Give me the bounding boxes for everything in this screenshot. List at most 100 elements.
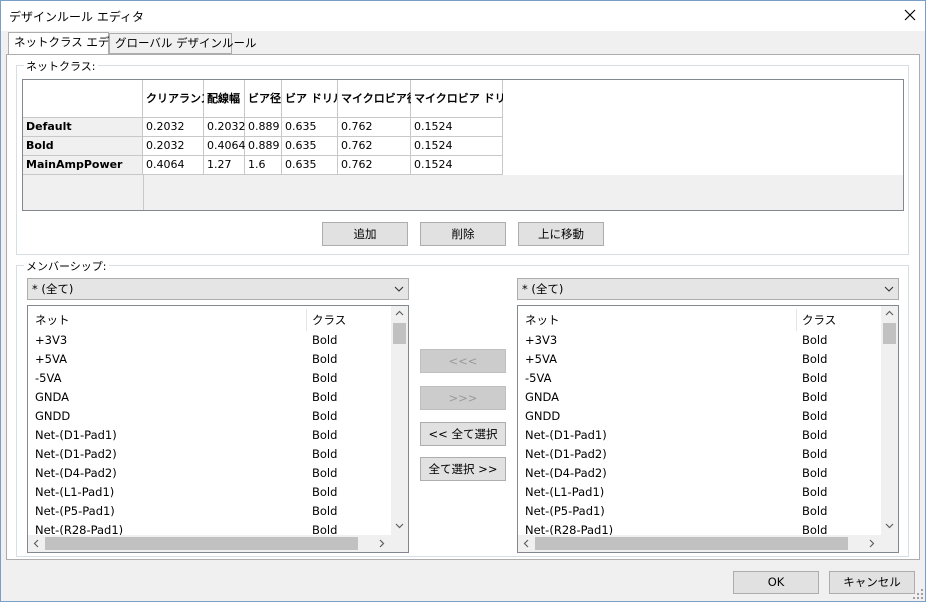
- grid-row-header[interactable]: Bold: [23, 137, 143, 156]
- grid-cell[interactable]: 0.889: [245, 137, 282, 156]
- column-separator[interactable]: [306, 309, 307, 331]
- scroll-left-icon[interactable]: [33, 539, 39, 548]
- net-list-item[interactable]: Net-(P5-Pad1) Bold: [28, 502, 392, 521]
- class-column-header[interactable]: クラス: [802, 309, 836, 331]
- grid-cell[interactable]: 1.27: [204, 156, 245, 175]
- net-list-item[interactable]: Net-(D4-Pad2) Bold: [518, 464, 882, 483]
- net-list-item[interactable]: Net-(L1-Pad1) Bold: [518, 483, 882, 502]
- grid-row-header[interactable]: Default: [23, 118, 143, 137]
- net-list-item[interactable]: Net-(D1-Pad1) Bold: [28, 426, 392, 445]
- grid-column-header[interactable]: ビア径: [245, 80, 282, 118]
- add-button[interactable]: 追加: [322, 222, 408, 246]
- net-column-header[interactable]: ネット: [525, 309, 560, 331]
- left-net-list[interactable]: ネット クラス +3V3 Bold +5VA Bold -5VA Bold GNDA Bold GN…: [27, 305, 409, 553]
- net-list-item[interactable]: +5VA Bold: [28, 350, 392, 369]
- scroll-down-icon[interactable]: [395, 523, 404, 529]
- net-list-item[interactable]: Net-(D1-Pad1) Bold: [518, 426, 882, 445]
- net-list-item[interactable]: GNDA Bold: [518, 388, 882, 407]
- vertical-scrollbar[interactable]: [881, 306, 898, 535]
- net-list-item[interactable]: +5VA Bold: [518, 350, 882, 369]
- net-class: Bold: [802, 390, 828, 404]
- grid-cell[interactable]: 0.2032: [143, 118, 204, 137]
- ok-button[interactable]: OK: [733, 571, 819, 594]
- scroll-down-icon[interactable]: [885, 523, 894, 529]
- grid-cell[interactable]: 0.1524: [411, 137, 503, 156]
- grid-cell[interactable]: 0.1524: [411, 156, 503, 175]
- net-list-item[interactable]: Net-(D1-Pad2) Bold: [518, 445, 882, 464]
- grid-cell[interactable]: 0.2032: [143, 137, 204, 156]
- cancel-button[interactable]: キャンセル: [829, 571, 915, 594]
- select-all-right-button[interactable]: 全て選択 >>: [420, 457, 506, 481]
- grid-cell[interactable]: 0.635: [282, 137, 338, 156]
- net-list-item[interactable]: GNDD Bold: [518, 407, 882, 426]
- grid-row-header[interactable]: MainAmpPower: [23, 156, 143, 175]
- chevron-down-icon: [884, 286, 894, 292]
- horizontal-scrollbar[interactable]: [518, 535, 882, 552]
- scroll-corner: [881, 535, 898, 552]
- tab-global-design-rules[interactable]: グローバル デザインルール: [109, 33, 257, 54]
- net-list-item[interactable]: Net-(P5-Pad1) Bold: [518, 502, 882, 521]
- vertical-scrollbar[interactable]: [391, 306, 408, 535]
- net-name: Net-(D4-Pad2): [525, 466, 607, 480]
- grid-cell[interactable]: 0.762: [338, 137, 411, 156]
- scroll-up-icon[interactable]: [395, 310, 404, 316]
- net-list-item[interactable]: +3V3 Bold: [28, 331, 392, 350]
- tab-netclass-editor[interactable]: ネットクラス エディタ: [8, 32, 132, 55]
- grid-cell[interactable]: 0.762: [338, 156, 411, 175]
- net-list-item[interactable]: -5VA Bold: [518, 369, 882, 388]
- grid-column-header[interactable]: マイクロビア径: [338, 80, 418, 118]
- net-list-item[interactable]: Net-(D1-Pad2) Bold: [28, 445, 392, 464]
- vertical-scroll-thumb[interactable]: [883, 323, 896, 344]
- grid-cell[interactable]: 0.635: [282, 156, 338, 175]
- net-name: Net-(D1-Pad1): [35, 428, 117, 442]
- right-net-list[interactable]: ネット クラス +3V3 Bold +5VA Bold -5VA Bold GNDA Bold GN…: [517, 305, 899, 553]
- net-list-item[interactable]: Net-(D4-Pad2) Bold: [28, 464, 392, 483]
- delete-button[interactable]: 削除: [420, 222, 506, 246]
- net-name: +3V3: [35, 333, 68, 347]
- horizontal-scroll-thumb[interactable]: [535, 537, 848, 550]
- move-up-button[interactable]: 上に移動: [518, 222, 604, 246]
- scroll-left-icon[interactable]: [523, 539, 529, 548]
- grid-column-header[interactable]: クリアランス: [143, 80, 212, 118]
- scroll-right-icon[interactable]: [869, 539, 875, 548]
- grid-cell[interactable]: 0.762: [338, 118, 411, 137]
- column-separator[interactable]: [796, 309, 797, 331]
- net-name: -5VA: [35, 371, 62, 385]
- grid-cell[interactable]: 0.635: [282, 118, 338, 137]
- move-left-button[interactable]: <<<: [420, 349, 506, 373]
- net-list-item[interactable]: -5VA Bold: [28, 369, 392, 388]
- net-column-header[interactable]: ネット: [35, 309, 70, 331]
- grid-column-header[interactable]: ビア ドリル: [282, 80, 344, 118]
- net-class: Bold: [312, 352, 338, 366]
- grid-cell[interactable]: 0.4064: [204, 137, 246, 156]
- net-name: -5VA: [525, 371, 552, 385]
- grid-column-header[interactable]: マイクロビア ドリル: [411, 80, 517, 118]
- net-list-item[interactable]: GNDA Bold: [28, 388, 392, 407]
- net-class: Bold: [802, 428, 828, 442]
- grid-column-header[interactable]: 配線幅: [204, 80, 245, 118]
- scroll-up-icon[interactable]: [885, 310, 894, 316]
- class-column-header[interactable]: クラス: [312, 309, 346, 331]
- net-list-item[interactable]: +3V3 Bold: [518, 331, 882, 350]
- close-button[interactable]: [896, 1, 924, 29]
- scroll-right-icon[interactable]: [379, 539, 385, 548]
- grid-cell[interactable]: 0.1524: [411, 118, 503, 137]
- net-list-item[interactable]: GNDD Bold: [28, 407, 392, 426]
- vertical-scroll-thumb[interactable]: [393, 323, 406, 344]
- grid-cell[interactable]: 1.6: [245, 156, 282, 175]
- grid-cell[interactable]: 0.4064: [143, 156, 204, 175]
- grid-corner[interactable]: [23, 80, 143, 118]
- resize-grip-icon[interactable]: [912, 588, 924, 600]
- grid-cell[interactable]: 0.889: [245, 118, 282, 137]
- netclass-grid[interactable]: クリアランス 配線幅 ビア径 ビア ドリル マイクロビア径 マイクロビア ドリル Defau…: [22, 79, 904, 211]
- left-class-filter[interactable]: * (全て): [27, 278, 409, 300]
- grid-cell[interactable]: 0.2032: [204, 118, 246, 137]
- net-name: Net-(D4-Pad2): [35, 466, 117, 480]
- right-class-filter[interactable]: * (全て): [517, 278, 899, 300]
- right-filter-value: * (全て): [522, 282, 564, 296]
- net-list-item[interactable]: Net-(L1-Pad1) Bold: [28, 483, 392, 502]
- select-all-left-button[interactable]: << 全て選択: [420, 422, 506, 446]
- horizontal-scrollbar[interactable]: [28, 535, 392, 552]
- horizontal-scroll-thumb[interactable]: [45, 537, 358, 550]
- move-right-button[interactable]: >>>: [420, 386, 506, 410]
